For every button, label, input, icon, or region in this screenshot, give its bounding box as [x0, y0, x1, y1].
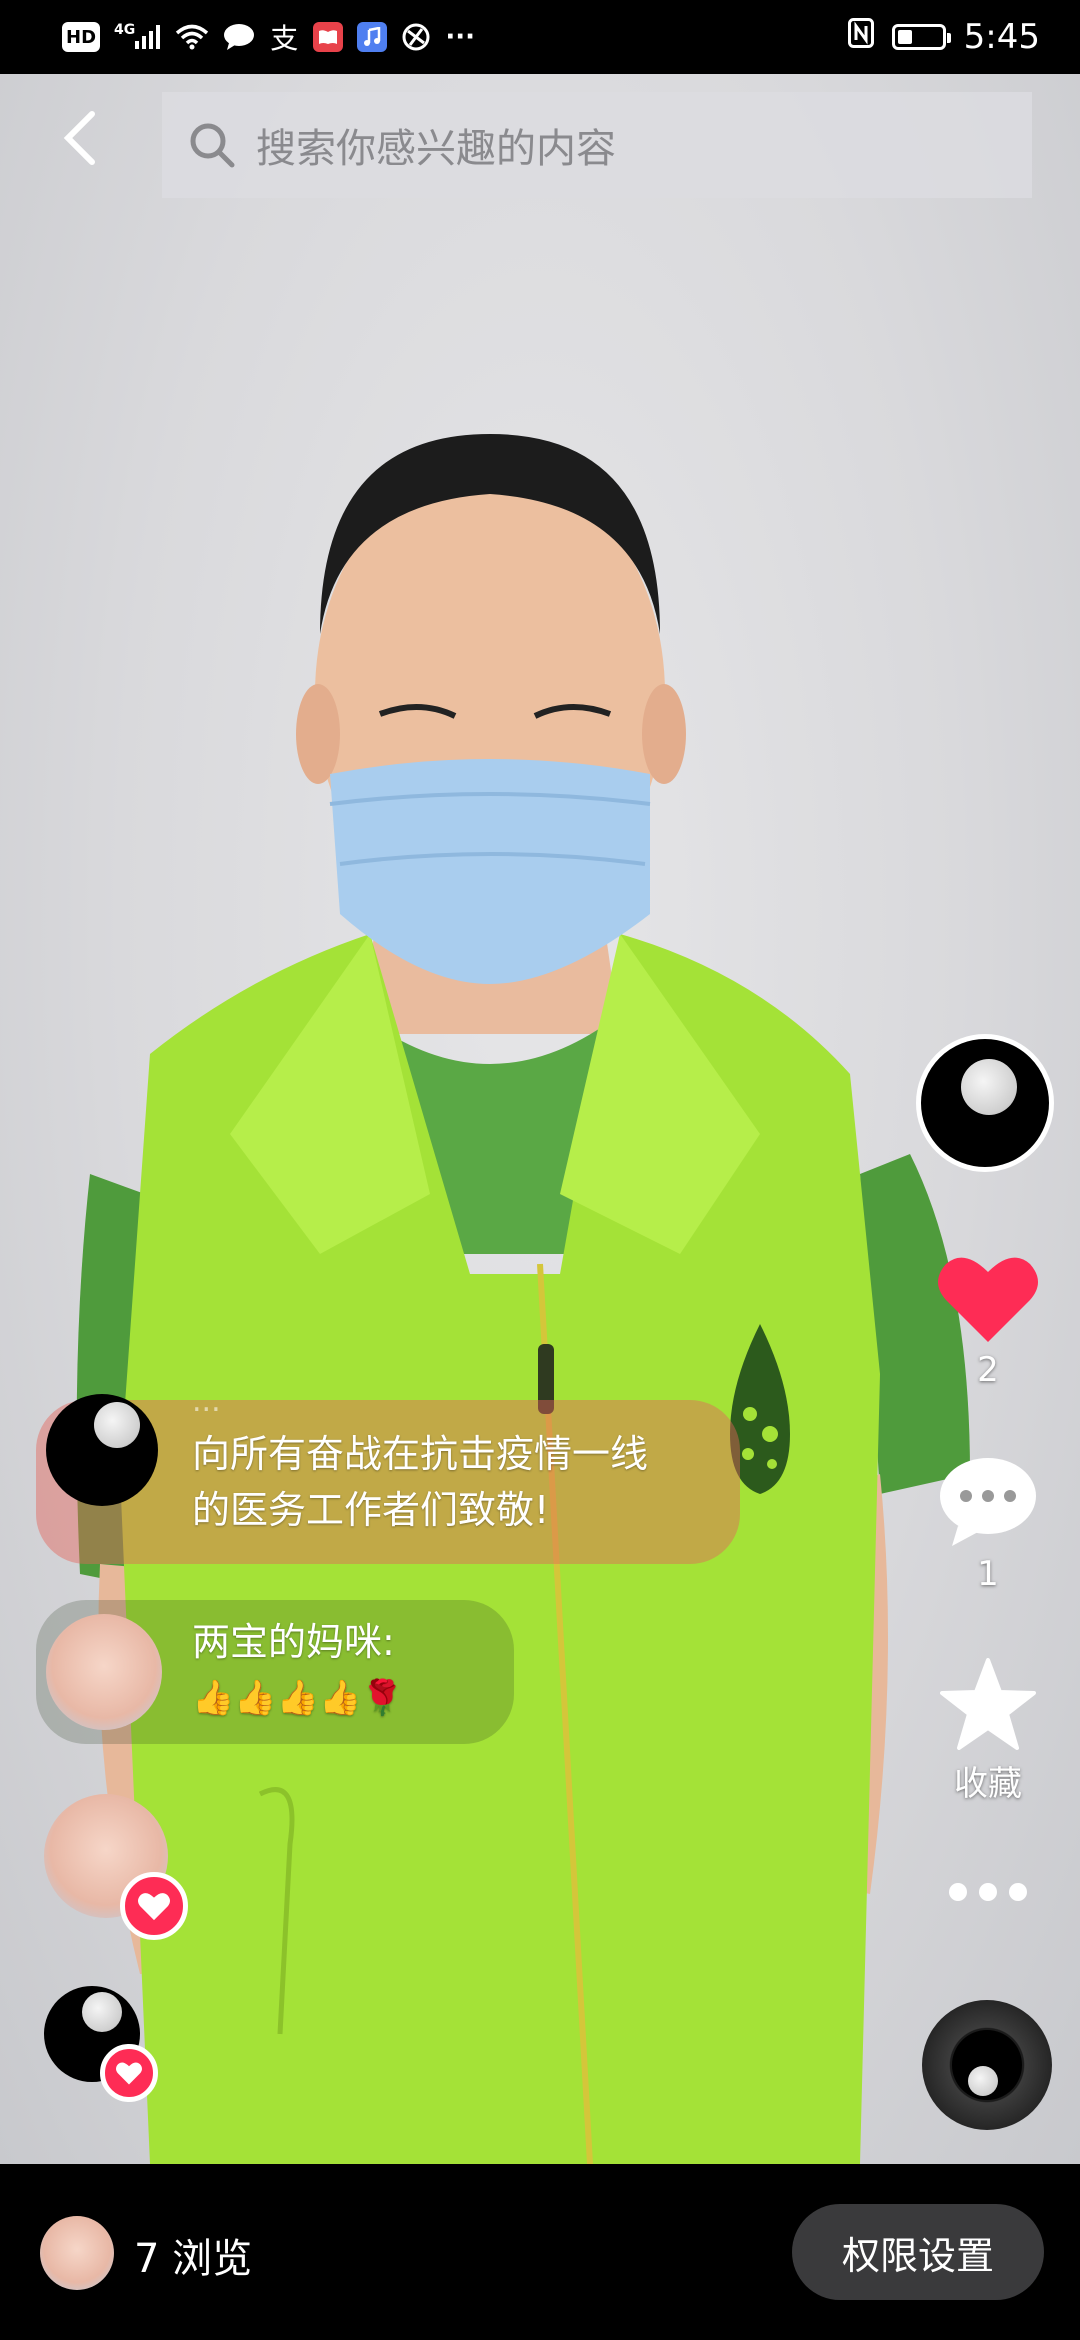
chat-icon — [223, 22, 255, 52]
music-icon — [357, 22, 388, 52]
battery-level — [897, 30, 913, 44]
comment-text-line-1: 向所有奋战在抗击疫情一线 — [192, 1432, 649, 1476]
music-disc[interactable] — [922, 2000, 1052, 2130]
comment-author: 两宝的妈咪: — [192, 1620, 395, 1664]
reader-icon — [313, 22, 344, 52]
browser-icon — [401, 22, 431, 52]
status-right: 5:45 — [847, 17, 1040, 57]
chevron-left-icon — [63, 111, 95, 165]
liker-avatar[interactable] — [44, 1794, 188, 1940]
heart-icon — [938, 1257, 1038, 1342]
signal-4g-icon: 4G — [114, 22, 161, 52]
moon-image — [961, 1059, 1017, 1115]
alipay-icon: 支 — [270, 22, 299, 55]
moon-image — [94, 1402, 140, 1448]
search-icon — [190, 123, 235, 168]
more-dots-icon: ··· — [445, 22, 476, 52]
favorite-label: 收藏 — [954, 1764, 1022, 1804]
comment-avatar — [46, 1394, 158, 1506]
bottom-bar: 7 浏览 权限设置 — [0, 2164, 1080, 2340]
clock: 5:45 — [963, 17, 1040, 57]
status-bar: HD 4G 支 ··· 5:45 — [0, 0, 1080, 74]
star-icon — [940, 1658, 1036, 1750]
back-button[interactable] — [50, 108, 110, 168]
heart-badge — [100, 2044, 158, 2102]
battery-icon — [891, 24, 951, 50]
search-placeholder: 搜索你感兴趣的内容 — [256, 126, 616, 172]
moon-image — [82, 1992, 122, 2032]
wifi-icon — [175, 22, 209, 52]
comment-author-partial: ... — [192, 1384, 221, 1419]
disc-cover — [952, 2030, 1022, 2100]
comment-body: 两宝的妈咪: 👍👍👍👍🌹 — [192, 1614, 404, 1726]
comment-emoji: 👍👍👍👍🌹 — [192, 1678, 404, 1718]
network-type-label: 4G — [114, 22, 136, 38]
comment-count: 1 — [977, 1554, 999, 1594]
comment-bubble[interactable]: ... 向所有奋战在抗击疫情一线 的医务工作者们致敬! — [36, 1384, 740, 1564]
heart-icon — [138, 1893, 170, 1921]
more-horizontal-icon — [949, 1883, 1027, 1901]
comment-text-line-2: 的医务工作者们致敬! — [192, 1488, 550, 1532]
like-button[interactable]: 2 — [918, 1252, 1058, 1390]
view-count[interactable]: 7 浏览 — [134, 2226, 252, 2284]
creator-avatar[interactable] — [916, 1034, 1054, 1172]
moon-image — [968, 2066, 998, 2096]
like-count: 2 — [977, 1350, 999, 1390]
heart-icon — [116, 2062, 142, 2085]
comment-body: 向所有奋战在抗击疫情一线 的医务工作者们致敬! — [192, 1426, 648, 1538]
comment-bubble[interactable]: 两宝的妈咪: 👍👍👍👍🌹 — [36, 1600, 514, 1744]
viewer-avatar[interactable] — [40, 2216, 114, 2290]
more-button[interactable] — [918, 1880, 1058, 1904]
permission-settings-button[interactable]: 权限设置 — [792, 2204, 1044, 2300]
heart-badge — [120, 1872, 188, 1940]
nfc-icon — [847, 17, 874, 57]
comment-button[interactable]: 1 — [918, 1456, 1058, 1594]
comment-bubble-icon — [940, 1458, 1036, 1546]
search-input[interactable]: 搜索你感兴趣的内容 — [162, 92, 1032, 198]
favorite-button[interactable]: 收藏 — [918, 1658, 1058, 1805]
comment-avatar — [46, 1614, 162, 1730]
hd-icon: HD — [62, 22, 101, 52]
top-bar: 搜索你感兴趣的内容 — [0, 86, 1080, 198]
status-left-icons: HD 4G 支 ··· — [62, 22, 476, 55]
